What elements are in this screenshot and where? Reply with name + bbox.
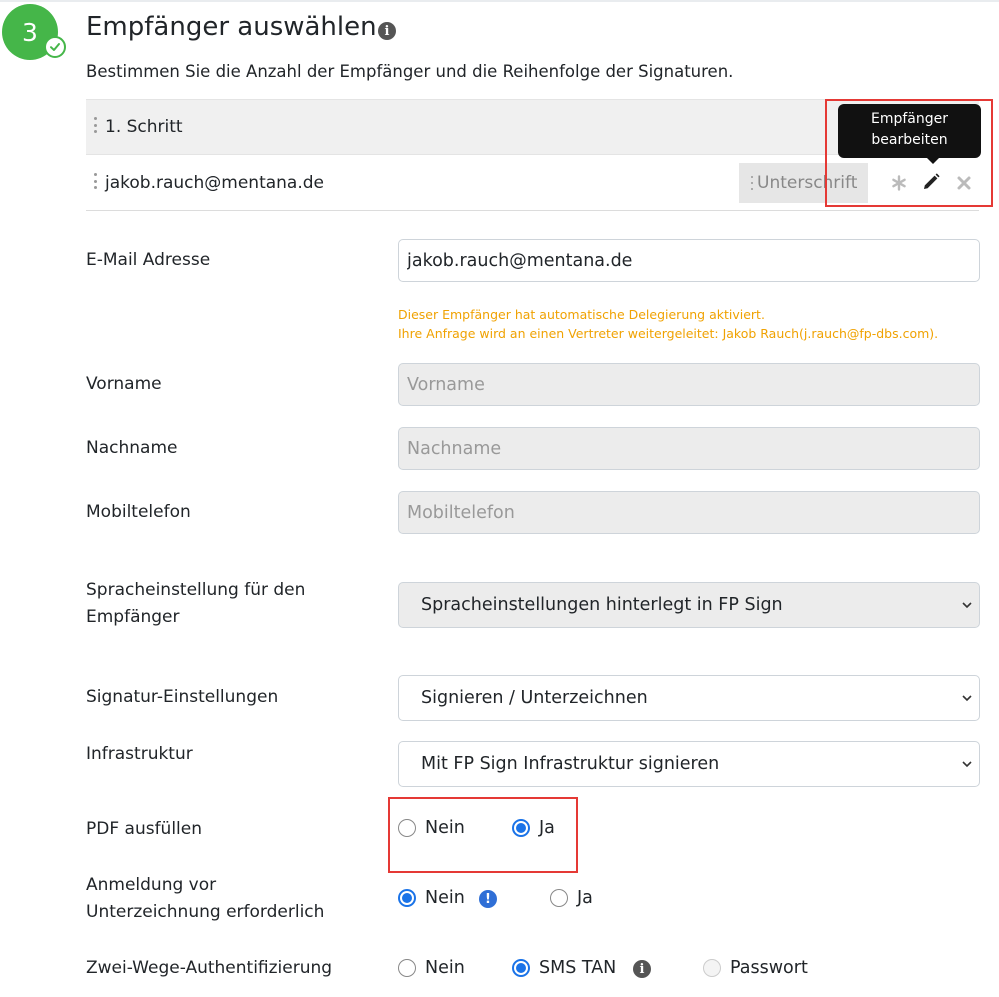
signature-settings-select[interactable]: Signieren / Unterzeichnen (398, 675, 980, 721)
chevron-down-icon (962, 761, 972, 768)
step-label: 1. Schritt (105, 117, 183, 137)
language-select-value: Spracheinstellungen hinterlegt in FP Sig… (421, 595, 783, 615)
signature-settings-value: Signieren / Unterzeichnen (421, 688, 648, 708)
login-required-label: Anmeldung vor Unterzeichnung erforderlic… (86, 872, 324, 926)
lastname-field[interactable] (398, 427, 980, 470)
pdf-fill-label: PDF ausfüllen (86, 819, 203, 839)
firstname-field[interactable] (398, 363, 980, 406)
email-field[interactable] (398, 239, 980, 282)
two-factor-password-label: Passwort (730, 958, 808, 978)
warning-line-1: Dieser Empfänger hat automatische Delegi… (398, 307, 765, 322)
page-title: Empfänger auswählen (86, 12, 377, 42)
page-subtitle: Bestimmen Sie die Anzahl der Empfänger u… (86, 62, 734, 81)
infrastructure-value: Mit FP Sign Infrastruktur signieren (421, 754, 720, 774)
two-factor-no-radio[interactable]: Nein (398, 958, 465, 978)
language-label-line-2: Empfänger (86, 607, 180, 627)
chevron-down-icon (962, 695, 972, 702)
check-icon (44, 36, 66, 58)
login-no-radio[interactable]: Nein (398, 888, 465, 908)
radio-button[interactable] (512, 959, 530, 977)
radio-button[interactable] (398, 959, 416, 977)
two-factor-sms-label: SMS TAN (539, 958, 617, 978)
highlight-box-actions (825, 99, 993, 207)
info-icon[interactable]: i (378, 22, 396, 40)
delegation-warning: Dieser Empfänger hat automatische Delegi… (398, 305, 938, 343)
two-factor-sms-radio[interactable]: SMS TAN (512, 958, 616, 978)
email-label: E-Mail Adresse (86, 250, 211, 270)
highlight-box-pdf (388, 797, 578, 873)
infrastructure-label: Infrastruktur (86, 744, 193, 764)
mobile-field[interactable] (398, 491, 980, 534)
firstname-label: Vorname (86, 374, 162, 394)
drag-handle-icon (751, 176, 755, 190)
chevron-down-icon (962, 602, 972, 609)
mobile-label: Mobiltelefon (86, 502, 191, 522)
login-label-line-2: Unterzeichnung erforderlich (86, 902, 325, 922)
info-icon[interactable]: i (633, 960, 651, 978)
recipient-email: jakob.rauch@mentana.de (105, 173, 324, 193)
login-label-line-1: Anmeldung vor (86, 875, 217, 895)
top-divider (0, 0, 999, 2)
language-label: Spracheinstellung für den Empfänger (86, 577, 305, 631)
alert-icon[interactable]: ! (479, 890, 497, 908)
step-number: 3 (22, 17, 38, 47)
login-yes-radio[interactable]: Ja (550, 888, 593, 908)
two-factor-label: Zwei-Wege-Authentifizierung (86, 958, 333, 978)
language-label-line-1: Spracheinstellung für den (86, 580, 306, 600)
two-factor-password-radio[interactable]: Passwort (703, 958, 808, 978)
radio-button[interactable] (550, 889, 568, 907)
drag-handle-icon[interactable] (94, 173, 98, 189)
language-select[interactable]: Spracheinstellungen hinterlegt in FP Sig… (398, 582, 980, 628)
radio-button[interactable] (703, 959, 721, 977)
warning-line-2: Ihre Anfrage wird an einen Vertreter wei… (398, 326, 939, 341)
infrastructure-select[interactable]: Mit FP Sign Infrastruktur signieren (398, 741, 980, 787)
signature-settings-label: Signatur-Einstellungen (86, 687, 279, 707)
login-yes-label: Ja (577, 888, 593, 908)
drag-handle-icon[interactable] (94, 117, 98, 133)
lastname-label: Nachname (86, 438, 178, 458)
radio-button[interactable] (398, 889, 416, 907)
login-no-label: Nein (425, 888, 465, 908)
two-factor-no-label: Nein (425, 958, 465, 978)
